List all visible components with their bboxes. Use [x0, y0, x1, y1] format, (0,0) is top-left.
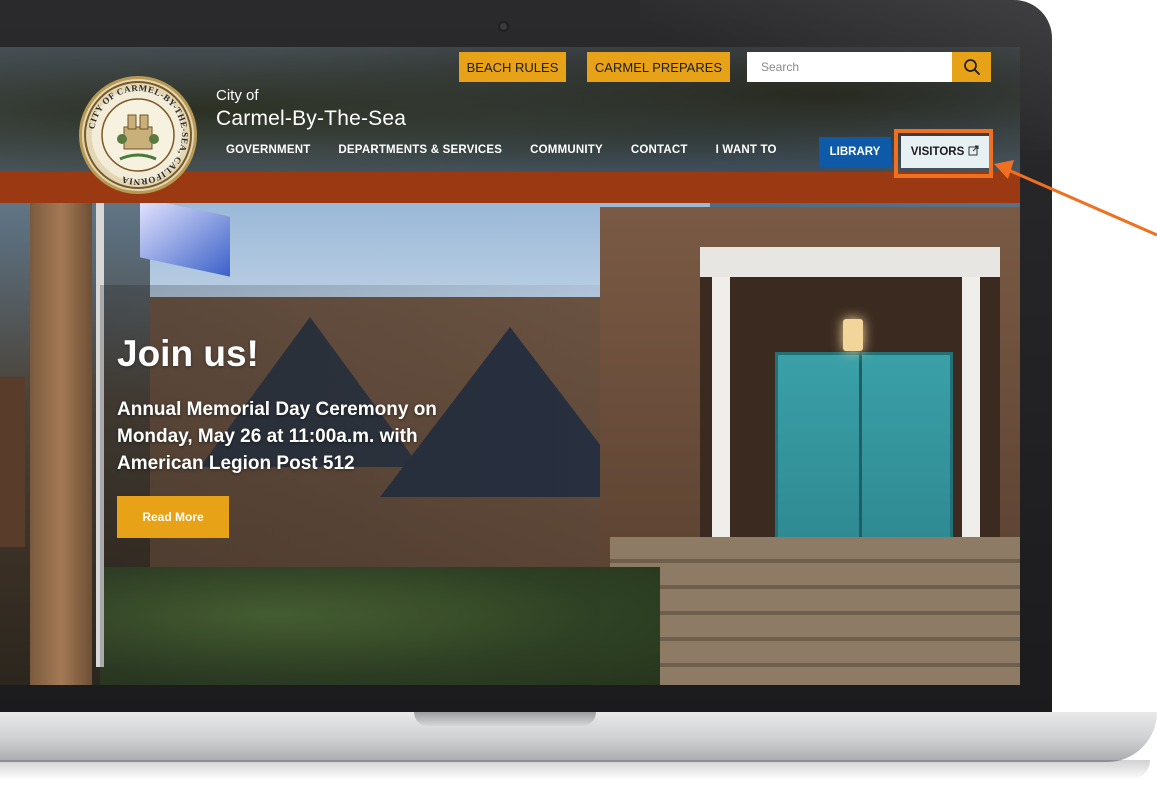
camera-dot	[500, 23, 507, 30]
hero-image-door-split	[859, 352, 862, 542]
hero-title: Join us!	[117, 333, 259, 374]
brand-city-of: City of	[216, 87, 259, 104]
search-icon	[963, 59, 980, 75]
hero-text-line: American Legion Post 512	[117, 453, 355, 474]
nav-item-i-want-to[interactable]: I WANT TO	[716, 144, 777, 156]
hero-image-column	[962, 277, 980, 577]
hero-text-line: Monday, May 26 at 11:00a.m. with	[117, 426, 418, 447]
city-seal-logo[interactable]: CITY OF CARMEL-BY-THE-SEA, CALIFORNIA	[79, 76, 197, 194]
main-nav: GOVERNMENT DEPARTMENTS & SERVICES COMMUN…	[226, 144, 805, 156]
search-button[interactable]	[952, 52, 991, 82]
visitors-label: VISITORS	[910, 146, 965, 158]
visitors-button[interactable]: VISITORS	[901, 136, 989, 168]
nav-item-departments-services[interactable]: DEPARTMENTS & SERVICES	[338, 144, 502, 156]
website-screen: CITY OF CARMEL-BY-THE-SEA, CALIFORNIA Ci…	[0, 47, 1020, 685]
hero-image-wooden-pole	[30, 197, 92, 685]
hero-image-sign	[0, 377, 25, 547]
hero-image-door	[775, 352, 953, 543]
beach-rules-button[interactable]: BEACH RULES	[459, 52, 566, 82]
nav-item-community[interactable]: COMMUNITY	[530, 144, 603, 156]
carmel-prepares-button[interactable]: CARMEL PREPARES	[587, 52, 730, 82]
external-link-icon	[968, 145, 979, 159]
hero-image-lamp	[843, 319, 863, 351]
laptop-notch	[414, 712, 596, 726]
read-more-button[interactable]: Read More	[117, 496, 229, 538]
seal-graphic: CITY OF CARMEL-BY-THE-SEA, CALIFORNIA	[84, 81, 192, 189]
nav-item-government[interactable]: GOVERNMENT	[226, 144, 310, 156]
nav-item-contact[interactable]: CONTACT	[631, 144, 688, 156]
search-input[interactable]	[747, 52, 952, 82]
hero-image-column	[712, 277, 730, 577]
brand-city-name[interactable]: Carmel-By-The-Sea	[216, 107, 406, 131]
laptop-base-shadow	[0, 760, 1150, 780]
hero-image-steps	[610, 537, 1020, 685]
library-button[interactable]: LIBRARY	[819, 137, 891, 167]
annotation-arrow-icon	[994, 160, 1157, 237]
hero-text-line: Annual Memorial Day Ceremony on	[117, 399, 437, 420]
